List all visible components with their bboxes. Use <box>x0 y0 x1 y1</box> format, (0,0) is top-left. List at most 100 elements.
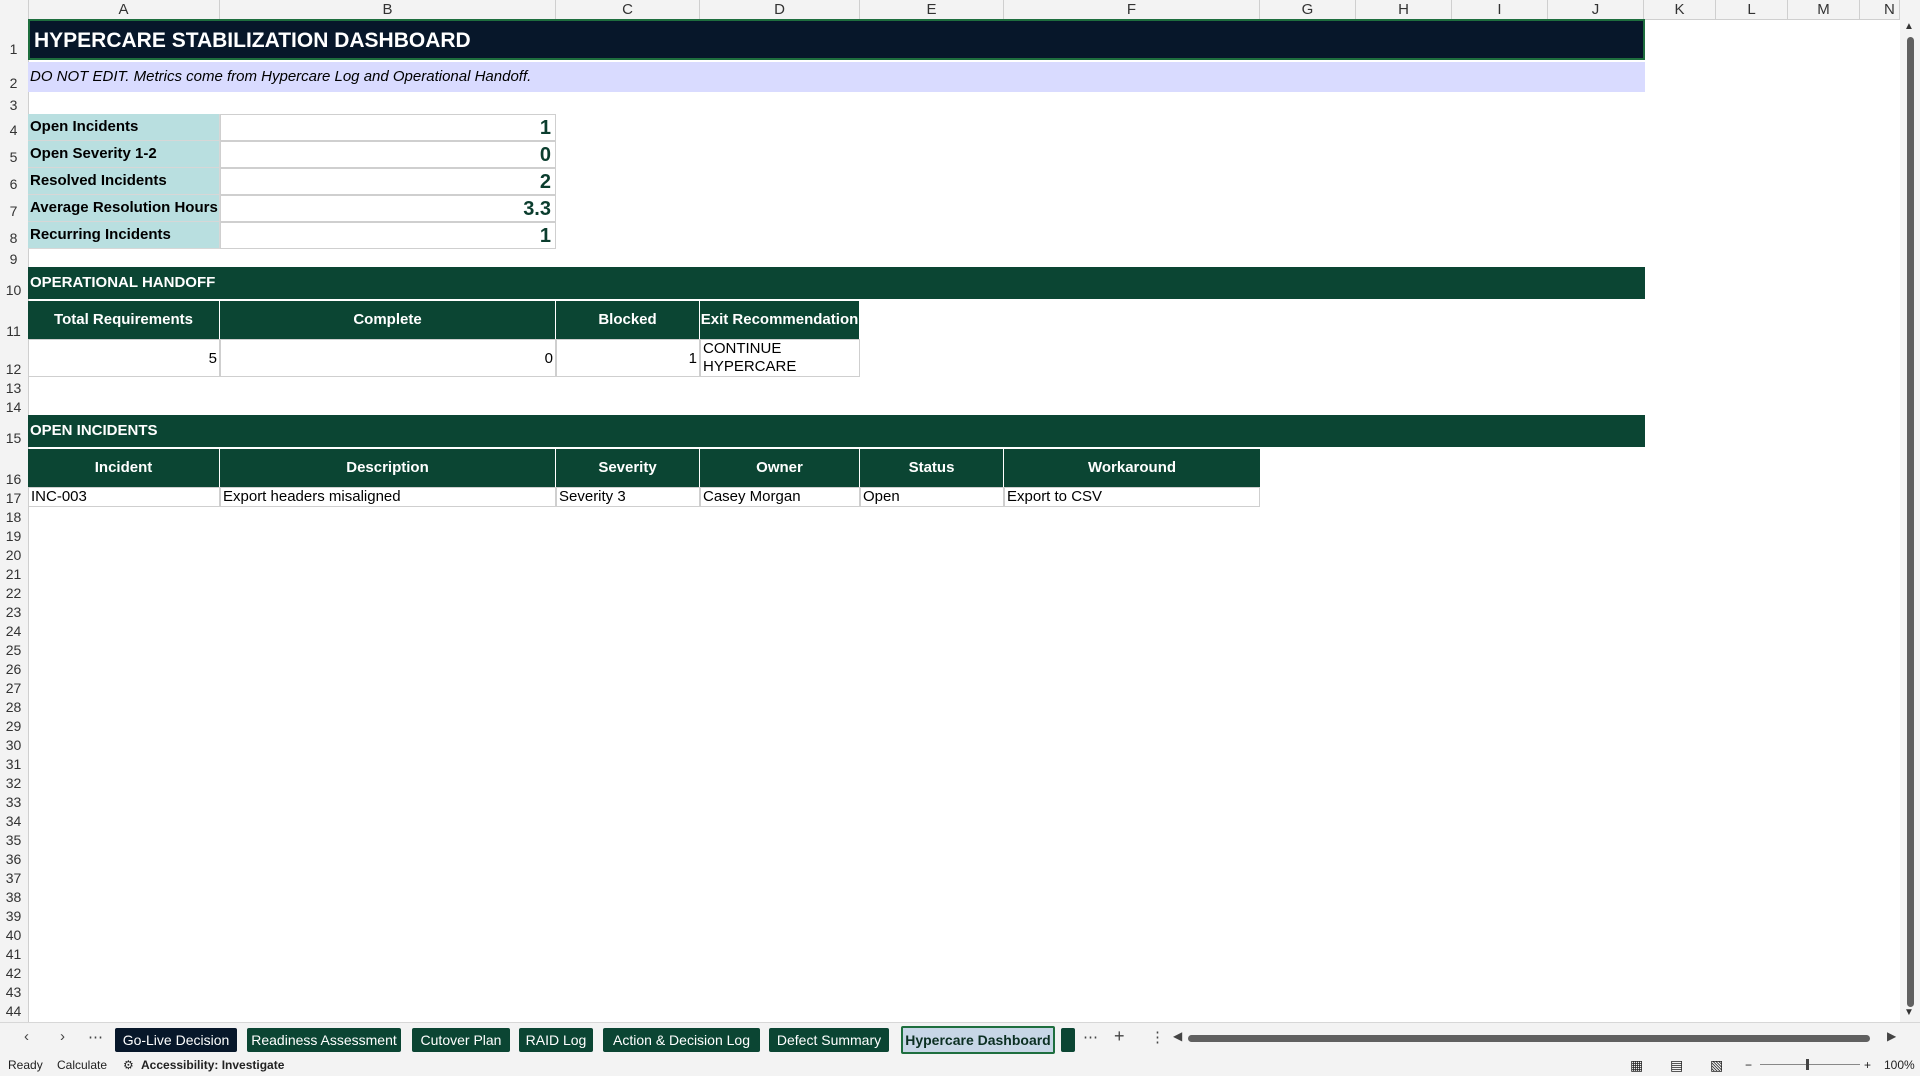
row-header[interactable]: 27 <box>0 679 27 697</box>
row-header[interactable]: 6 <box>0 175 27 193</box>
value-blocked[interactable]: 1 <box>556 339 700 377</box>
row-header[interactable]: 42 <box>0 964 27 982</box>
row-header[interactable]: 3 <box>0 96 27 114</box>
column-header-c[interactable]: C <box>556 0 700 19</box>
row-header[interactable]: 17 <box>0 489 27 507</box>
row-header[interactable]: 24 <box>0 622 27 640</box>
header-severity[interactable]: Severity <box>556 449 700 487</box>
normal-view-icon[interactable]: ▦ <box>1630 1054 1643 1076</box>
row-header[interactable]: 11 <box>0 322 27 340</box>
tab-readiness-assessment[interactable]: Readiness Assessment <box>247 1028 401 1052</box>
row-header[interactable]: 44 <box>0 1002 27 1020</box>
status-calculate[interactable]: Calculate <box>57 1054 107 1076</box>
vertical-scroll-thumb[interactable] <box>1907 37 1914 1007</box>
kpi-value-average-resolution-hours[interactable]: 3.3 <box>220 195 556 222</box>
chevron-left-icon[interactable]: ‹ <box>24 1028 29 1045</box>
tab-hypercare-dashboard[interactable]: Hypercare Dashboard <box>901 1026 1055 1054</box>
column-header-a[interactable]: A <box>28 0 220 19</box>
row-header[interactable]: 12 <box>0 360 27 378</box>
header-total-requirements[interactable]: Total Requirements <box>28 301 220 339</box>
header-status[interactable]: Status <box>860 449 1004 487</box>
zoom-out-icon[interactable]: − <box>1745 1054 1752 1076</box>
row-header[interactable]: 19 <box>0 527 27 545</box>
zoom-in-icon[interactable]: + <box>1864 1054 1871 1076</box>
header-complete[interactable]: Complete <box>220 301 556 339</box>
more-sheets-icon[interactable]: ⋯ <box>88 1028 103 1046</box>
row-header[interactable]: 30 <box>0 736 27 754</box>
kpi-value-resolved-incidents[interactable]: 2 <box>220 168 556 195</box>
row-header[interactable]: 4 <box>0 121 27 139</box>
row-header[interactable]: 2 <box>0 74 27 92</box>
page-title[interactable]: HYPERCARE STABILIZATION DASHBOARD <box>28 19 1645 60</box>
row-header[interactable]: 28 <box>0 698 27 716</box>
zoom-slider-thumb[interactable] <box>1806 1059 1809 1070</box>
row-header[interactable]: 18 <box>0 508 27 526</box>
row-header[interactable]: 21 <box>0 565 27 583</box>
column-header-b[interactable]: B <box>220 0 556 19</box>
more-sheets-icon[interactable]: ⋯ <box>1083 1028 1098 1046</box>
kpi-label-open-severity[interactable]: Open Severity 1-2 <box>28 141 220 168</box>
row-header[interactable]: 32 <box>0 774 27 792</box>
row-header[interactable]: 9 <box>0 250 27 268</box>
tab-raid-log[interactable]: RAID Log <box>519 1028 593 1052</box>
tab-cutover-plan[interactable]: Cutover Plan <box>412 1028 510 1052</box>
row-header[interactable]: 37 <box>0 869 27 887</box>
column-header-e[interactable]: E <box>860 0 1004 19</box>
section-operational-handoff[interactable]: OPERATIONAL HANDOFF <box>28 267 1645 299</box>
kpi-label-average-resolution-hours[interactable]: Average Resolution Hours <box>28 195 220 222</box>
row-header[interactable]: 34 <box>0 812 27 830</box>
incident-workaround-cell[interactable]: Export to CSV <box>1004 487 1260 507</box>
row-header[interactable]: 5 <box>0 148 27 166</box>
select-all-corner[interactable] <box>0 0 29 19</box>
header-description[interactable]: Description <box>220 449 556 487</box>
row-header[interactable]: 29 <box>0 717 27 735</box>
tab-action-decision-log[interactable]: Action & Decision Log <box>603 1028 760 1052</box>
tab-partial-hidden[interactable] <box>1061 1028 1075 1052</box>
column-header-i[interactable]: I <box>1452 0 1548 19</box>
status-accessibility[interactable]: Accessibility: Investigate <box>141 1054 284 1076</box>
section-open-incidents[interactable]: OPEN INCIDENTS <box>28 415 1645 447</box>
kpi-value-recurring-incidents[interactable]: 1 <box>220 222 556 249</box>
add-sheet-icon[interactable]: + <box>1114 1026 1125 1047</box>
header-owner[interactable]: Owner <box>700 449 860 487</box>
row-header[interactable]: 25 <box>0 641 27 659</box>
column-header-f[interactable]: F <box>1004 0 1260 19</box>
horizontal-scroll-thumb[interactable] <box>1188 1035 1870 1042</box>
column-header-g[interactable]: G <box>1260 0 1356 19</box>
value-total-requirements[interactable]: 5 <box>28 339 220 377</box>
row-header[interactable]: 15 <box>0 429 27 447</box>
header-workaround[interactable]: Workaround <box>1004 449 1260 487</box>
header-exit-recommendation[interactable]: Exit Recommendation <box>700 301 860 339</box>
value-complete[interactable]: 0 <box>220 339 556 377</box>
row-header[interactable]: 23 <box>0 603 27 621</box>
kpi-label-recurring-incidents[interactable]: Recurring Incidents <box>28 222 220 249</box>
value-exit-recommendation[interactable]: CONTINUE HYPERCARE <box>700 339 860 377</box>
column-header-j[interactable]: J <box>1548 0 1644 19</box>
row-header[interactable]: 40 <box>0 926 27 944</box>
column-header-n[interactable]: N <box>1860 0 1900 19</box>
row-header[interactable]: 43 <box>0 983 27 1001</box>
row-header[interactable]: 41 <box>0 945 27 963</box>
row-header[interactable]: 16 <box>0 470 27 488</box>
kpi-value-open-severity[interactable]: 0 <box>220 141 556 168</box>
column-header-k[interactable]: K <box>1644 0 1716 19</box>
row-header[interactable]: 38 <box>0 888 27 906</box>
row-header[interactable]: 10 <box>0 281 27 299</box>
header-incident[interactable]: Incident <box>28 449 220 487</box>
scroll-down-icon[interactable]: ▼ <box>1904 1007 1914 1018</box>
incident-id-cell[interactable]: INC-003 <box>28 487 220 507</box>
sheet-grid[interactable]: HYPERCARE STABILIZATION DASHBOARD DO NOT… <box>28 19 1900 1022</box>
row-header[interactable]: 13 <box>0 379 27 397</box>
column-header-h[interactable]: H <box>1356 0 1452 19</box>
row-header[interactable]: 26 <box>0 660 27 678</box>
incident-description-cell[interactable]: Export headers misaligned <box>220 487 556 507</box>
column-header-m[interactable]: M <box>1788 0 1860 19</box>
tab-go-live-decision[interactable]: Go-Live Decision <box>115 1028 237 1052</box>
tab-defect-summary[interactable]: Defect Summary <box>769 1028 889 1052</box>
row-header[interactable]: 14 <box>0 398 27 416</box>
vertical-scrollbar[interactable]: ▲ ▼ <box>1900 19 1920 1022</box>
incident-severity-cell[interactable]: Severity 3 <box>556 487 700 507</box>
kpi-label-open-incidents[interactable]: Open Incidents <box>28 114 220 141</box>
row-header[interactable]: 22 <box>0 584 27 602</box>
row-header[interactable]: 36 <box>0 850 27 868</box>
